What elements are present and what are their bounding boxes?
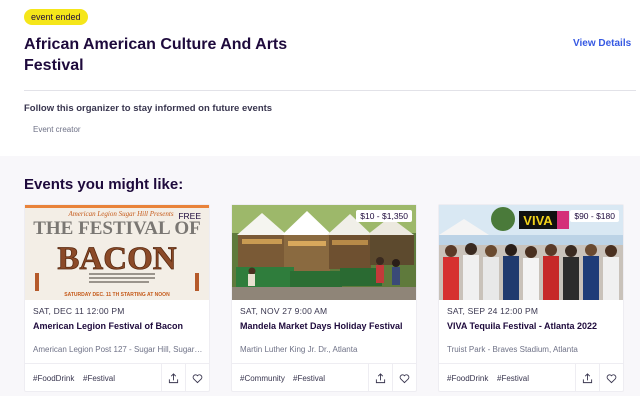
card-footer: #Community #Festival	[232, 363, 416, 392]
viva-banner-text: VIVA	[523, 213, 553, 228]
event-card-viva[interactable]: VIVA $90 - $180 SAT, SEP 24 12:00 PM VIV…	[438, 204, 624, 392]
share-icon	[582, 372, 593, 383]
event-location: Martin Luther King Jr. Dr., Atlanta	[240, 345, 358, 354]
section-title: Events you might like:	[24, 176, 184, 193]
like-button[interactable]	[392, 364, 416, 392]
event-title[interactable]: American Legion Festival of Bacon	[33, 321, 205, 331]
heart-icon	[399, 373, 410, 383]
event-image: $10 - $1,350	[232, 205, 416, 300]
share-button[interactable]	[575, 364, 599, 392]
event-location: American Legion Post 127 - Sugar Hill, S…	[33, 345, 203, 354]
event-location: Truist Park - Braves Stadium, Atlanta	[447, 345, 578, 354]
card-footer: #FoodDrink #Festival	[25, 363, 209, 392]
poster-heading-2: BACON	[57, 241, 176, 277]
event-card-mandela[interactable]: $10 - $1,350 SAT, NOV 27 9:00 AM Mandela…	[231, 204, 417, 392]
share-icon	[375, 372, 386, 383]
divider	[24, 90, 636, 91]
tag-link[interactable]: #Festival	[83, 374, 115, 383]
price-tag: $90 - $180	[570, 210, 619, 222]
event-date: SAT, SEP 24 12:00 PM	[447, 306, 539, 316]
tag-link[interactable]: #Festival	[497, 374, 529, 383]
event-ended-badge: event ended	[24, 9, 88, 25]
share-button[interactable]	[161, 364, 185, 392]
share-icon	[168, 372, 179, 383]
organizer-header: event ended African American Culture And…	[0, 0, 640, 156]
event-image: VIVA $90 - $180	[439, 205, 623, 300]
event-card-bacon[interactable]: American Legion Sugar Hill Presents THE …	[24, 204, 210, 392]
event-title[interactable]: Mandela Market Days Holiday Festival	[240, 321, 412, 331]
event-date: SAT, NOV 27 9:00 AM	[240, 306, 328, 316]
tag-link[interactable]: #FoodDrink	[447, 374, 488, 383]
heart-icon	[606, 373, 617, 383]
heart-icon	[192, 373, 203, 383]
like-button[interactable]	[185, 364, 209, 392]
like-button[interactable]	[599, 364, 623, 392]
price-tag: $10 - $1,350	[356, 210, 412, 222]
event-title[interactable]: VIVA Tequila Festival - Atlanta 2022	[447, 321, 619, 331]
event-image: American Legion Sugar Hill Presents THE …	[25, 205, 209, 300]
tag-link[interactable]: #FoodDrink	[33, 374, 74, 383]
event-date: SAT, DEC 11 12:00 PM	[33, 306, 125, 316]
poster-date-line: SATURDAY DEC. 11 TH STARTING AT NOON	[64, 292, 170, 298]
page-title: African American Culture And Arts Festiv…	[24, 36, 288, 74]
poster-top-line: American Legion Sugar Hill Presents	[67, 210, 173, 218]
tag-link[interactable]: #Community	[240, 374, 285, 383]
follow-organizer-text: Follow this organizer to stay informed o…	[24, 103, 273, 114]
event-creator-label: Event creator	[33, 125, 81, 134]
card-footer: #FoodDrink #Festival	[439, 363, 623, 392]
suggestions-section: Events you might like: American Legion S…	[0, 156, 640, 396]
price-tag: FREE	[178, 211, 201, 221]
view-details-link[interactable]: View Details	[573, 38, 631, 49]
share-button[interactable]	[368, 364, 392, 392]
tag-link[interactable]: #Festival	[293, 374, 325, 383]
